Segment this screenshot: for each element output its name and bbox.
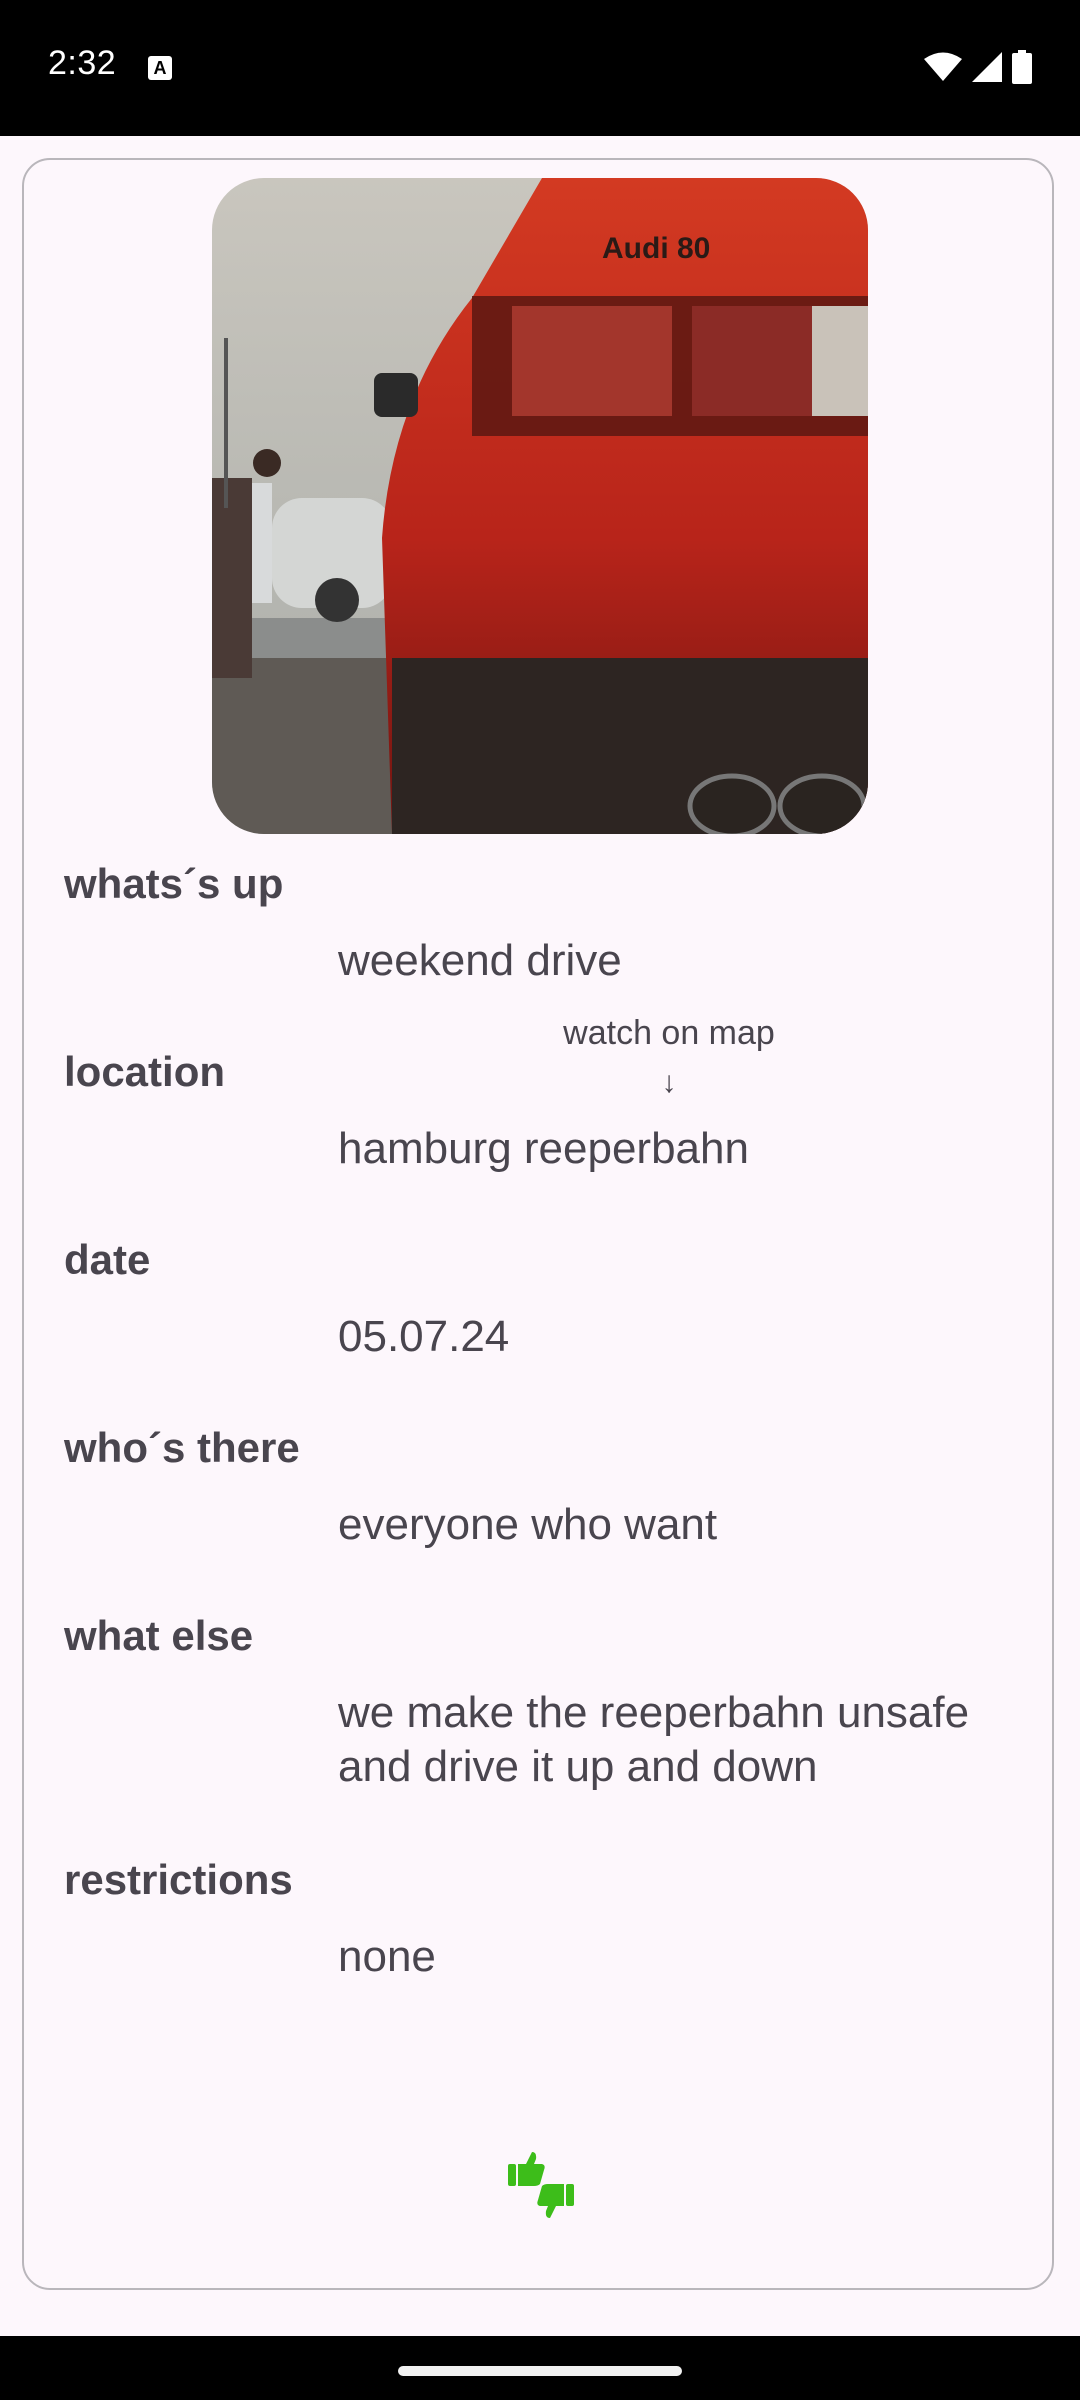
- svg-text:Audi 80: Audi 80: [602, 232, 710, 265]
- location-label: location: [64, 1048, 226, 1095]
- battery-icon: [1012, 50, 1032, 84]
- whos-there-label: who´s there: [64, 1424, 300, 1471]
- wifi-icon: [924, 52, 962, 81]
- status-icons: [924, 50, 1032, 84]
- restrictions-label: restrictions: [64, 1856, 293, 1903]
- whos-there-value: everyone who want: [338, 1500, 718, 1549]
- event-detail-screen: Audi 80 whats´s up weekend drive locatio…: [0, 136, 1080, 2336]
- whats-up-label: whats´s up: [64, 860, 284, 907]
- status-bar: 2:32 A: [0, 0, 1080, 136]
- what-else-label: what else: [64, 1612, 254, 1659]
- whats-up-value: weekend drive: [338, 936, 622, 985]
- navigation-bar: [0, 2336, 1080, 2400]
- home-indicator[interactable]: [398, 2366, 682, 2376]
- thumbs-up-down-icon[interactable]: [506, 2150, 576, 2220]
- watch-on-map-link[interactable]: watch on map: [494, 1014, 844, 1053]
- location-value[interactable]: hamburg reeperbahn: [338, 1122, 749, 1176]
- event-card: Audi 80 whats´s up weekend drive locatio…: [22, 158, 1054, 2290]
- event-photo: Audi 80: [212, 178, 868, 834]
- date-value: 05.07.24: [338, 1312, 510, 1361]
- text-a-notification-icon: A: [148, 56, 172, 80]
- signal-icon: [972, 52, 1002, 82]
- what-else-value: we make the reeperbahn unsafe and drive …: [338, 1688, 970, 1791]
- arrow-down-icon: ↓: [661, 1066, 677, 1099]
- restrictions-value: none: [338, 1932, 436, 1981]
- date-label: date: [64, 1236, 151, 1283]
- status-time: 2:32: [48, 44, 117, 82]
